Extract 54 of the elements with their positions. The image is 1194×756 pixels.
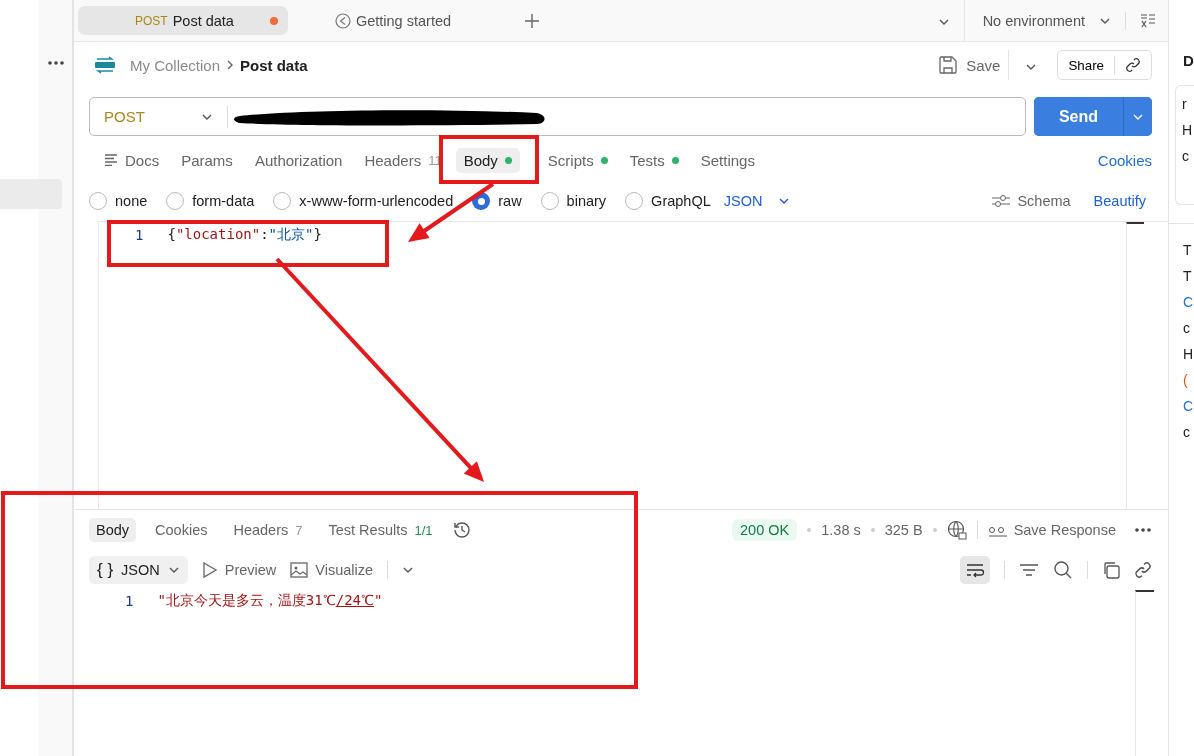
share-button[interactable]: Share <box>1057 50 1152 80</box>
method-selector[interactable]: POST <box>90 105 228 128</box>
radio-option[interactable]: GraphQL <box>625 192 711 210</box>
request-tab[interactable]: Docs <box>96 147 168 173</box>
response-tab[interactable]: Cookies <box>148 518 215 542</box>
response-tab[interactable]: Body <box>89 518 137 542</box>
text-fragment: C <box>1183 398 1194 414</box>
response-tab[interactable]: Headers 7 <box>226 518 310 542</box>
radio-option[interactable]: x-www-form-urlencoded <box>273 192 454 210</box>
text-fragment: c <box>1183 320 1191 336</box>
request-title: Post data <box>240 56 308 74</box>
line-number: 1 <box>135 227 144 243</box>
save-button[interactable]: Save <box>938 50 1010 80</box>
environment-selector[interactable]: No environment <box>982 12 1085 29</box>
url-field[interactable]: POST <box>89 97 1026 136</box>
text-fragment: c <box>1182 148 1190 164</box>
request-tab[interactable]: Params <box>173 147 241 173</box>
code-line: "北京今天是多云，温度31℃/24℃" <box>157 592 383 610</box>
request-tab[interactable]: Scripts <box>539 147 616 173</box>
radio-option[interactable]: form-data <box>166 192 255 210</box>
text-fragment: C <box>1183 294 1194 310</box>
request-tab[interactable]: Body <box>455 147 520 173</box>
line-number: 1 <box>125 593 134 609</box>
breadcrumb-link[interactable]: My Collection <box>130 56 221 74</box>
visualize-button[interactable]: Visualize <box>290 561 374 579</box>
response-time: 1.38 s <box>821 522 861 538</box>
cookies-link[interactable]: Cookies <box>1097 151 1152 169</box>
text-fragment: T <box>1183 268 1193 284</box>
radio-option[interactable]: none <box>89 192 148 210</box>
editor-tab[interactable]: POST Post data <box>78 6 288 35</box>
code-line: {"location":"北京"} <box>167 226 322 244</box>
status-badge: 200 OK <box>732 519 798 541</box>
beautify-button[interactable]: Beautify <box>1093 193 1146 209</box>
text-fragment: T <box>1183 242 1193 258</box>
response-tab[interactable]: Test Results 1/1 <box>321 518 440 542</box>
text-fragment: r <box>1182 96 1188 112</box>
editor-tab[interactable]: Getting started <box>293 6 493 35</box>
schema-button[interactable]: Schema <box>991 193 1071 209</box>
braces-icon: { } <box>97 560 114 580</box>
panel-heading: D <box>1183 52 1194 69</box>
text-fragment: c <box>1183 424 1191 440</box>
radio-option[interactable]: binary <box>540 192 607 210</box>
response-size: 325 B <box>884 522 923 538</box>
text-fragment: ( <box>1183 372 1189 388</box>
language-selector[interactable]: JSON <box>723 193 791 209</box>
text-fragment: H <box>1182 122 1194 138</box>
request-tab[interactable]: Settings <box>692 147 763 173</box>
text-fragment: H <box>1183 346 1194 362</box>
format-selector[interactable]: { } JSON <box>89 556 188 584</box>
request-tab[interactable]: Tests <box>621 147 687 173</box>
request-tab[interactable]: Authorization <box>246 147 351 173</box>
radio-option[interactable]: raw <box>472 192 522 210</box>
preview-button[interactable]: Preview <box>201 561 277 579</box>
save-response-button[interactable]: Save Response <box>987 522 1116 538</box>
